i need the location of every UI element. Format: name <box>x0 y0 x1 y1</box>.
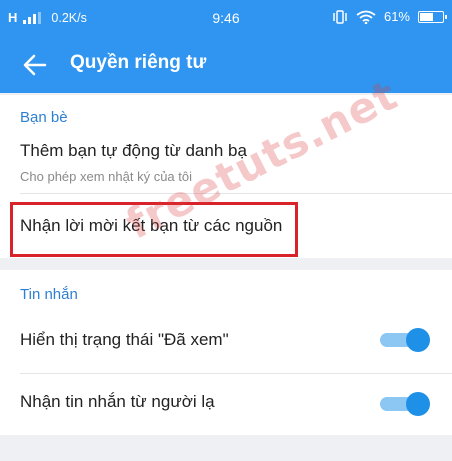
section-messages: Tin nhắn Hiển thị trạng thái "Đã xem" Nh… <box>0 270 452 435</box>
row-auto-add-contacts[interactable]: Thêm bạn tự động từ danh bạ Cho phép xem… <box>0 135 452 193</box>
toggle-knob <box>406 328 430 352</box>
section-title-messages: Tin nhắn <box>20 286 78 303</box>
section-friends: Bạn bè Thêm bạn tự động từ danh bạ Cho p… <box>0 95 452 258</box>
battery-icon <box>418 10 447 23</box>
section-title-friends: Bạn bè <box>20 109 68 126</box>
status-right: 61% <box>332 9 447 24</box>
row-title: Hiển thị trạng thái "Đã xem" <box>20 330 229 349</box>
row-subtitle: Cho phép xem nhật ký của tôi <box>20 169 192 184</box>
row-title: Nhận lời mời kết bạn từ các nguồn <box>20 216 283 235</box>
row-title: Nhận tin nhắn từ người lạ <box>20 392 215 411</box>
seen-status-toggle[interactable] <box>380 328 430 352</box>
wifi-icon <box>356 10 376 24</box>
status-bar: H 0.2K/s 9:46 61% <box>0 0 452 36</box>
row-stranger-messages[interactable]: Nhận tin nhắn từ người lạ <box>0 374 452 434</box>
page-title: Quyền riêng tư <box>70 52 207 73</box>
toggle-knob <box>406 392 430 416</box>
privacy-settings-screen: H 0.2K/s 9:46 61% Quyền riêng tư Bạn bè … <box>0 0 452 461</box>
app-bar: Quyền riêng tư <box>0 36 452 93</box>
vibrate-icon <box>333 9 347 24</box>
row-friend-request-sources[interactable]: Nhận lời mời kết bạn từ các nguồn <box>0 194 452 258</box>
arrow-left-icon[interactable] <box>20 50 50 80</box>
stranger-messages-toggle[interactable] <box>380 392 430 416</box>
battery-percent: 61% <box>383 9 410 24</box>
row-title: Thêm bạn tự động từ danh bạ <box>20 141 247 160</box>
row-show-seen-status[interactable]: Hiển thị trạng thái "Đã xem" <box>0 314 452 370</box>
